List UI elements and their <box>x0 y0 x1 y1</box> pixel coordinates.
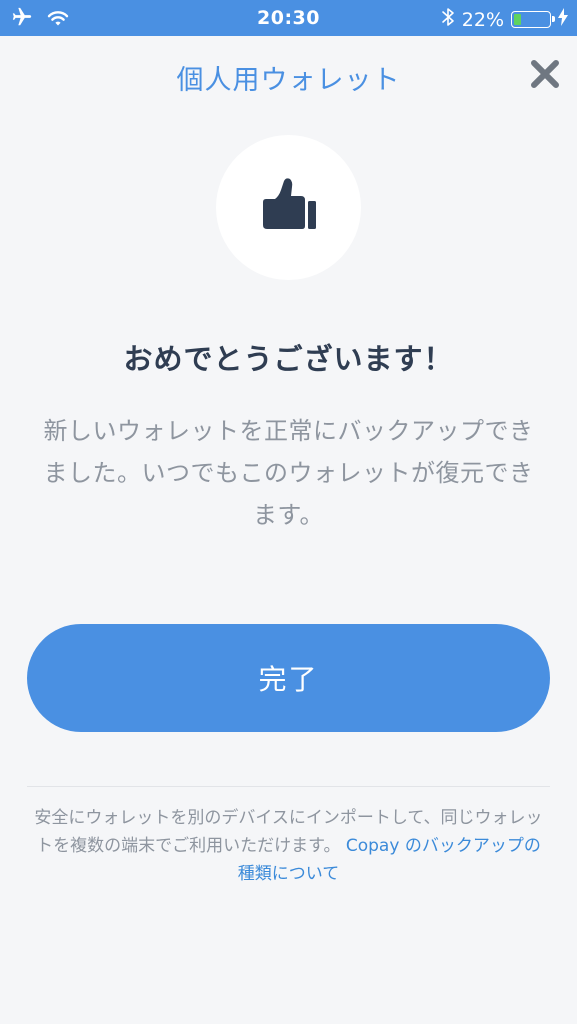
done-button[interactable]: 完了 <box>27 624 550 732</box>
footer-note: 安全にウォレットを別のデバイスにインポートして、同じウォレットを複数の端末でご利… <box>32 804 545 888</box>
battery-percent: 22% <box>461 8 504 31</box>
page-title: 個人用ウォレット <box>176 65 401 96</box>
hero-icon-circle <box>216 135 361 280</box>
success-message: 新しいウォレットを正常にバックアップできました。いつでもこのウォレットが復元でき… <box>43 417 534 529</box>
thumbs-up-icon <box>259 176 319 240</box>
headline: おめでとうございます！ <box>123 342 454 376</box>
battery-icon <box>511 11 555 28</box>
battery-fill <box>514 14 521 25</box>
bolt-icon <box>558 8 568 31</box>
bluetooth-icon <box>441 6 455 33</box>
divider <box>27 786 550 787</box>
close-button[interactable] <box>527 58 563 94</box>
status-right: 22% <box>441 6 568 33</box>
close-icon <box>529 58 561 94</box>
status-bar: 20:30 22% <box>0 0 577 36</box>
